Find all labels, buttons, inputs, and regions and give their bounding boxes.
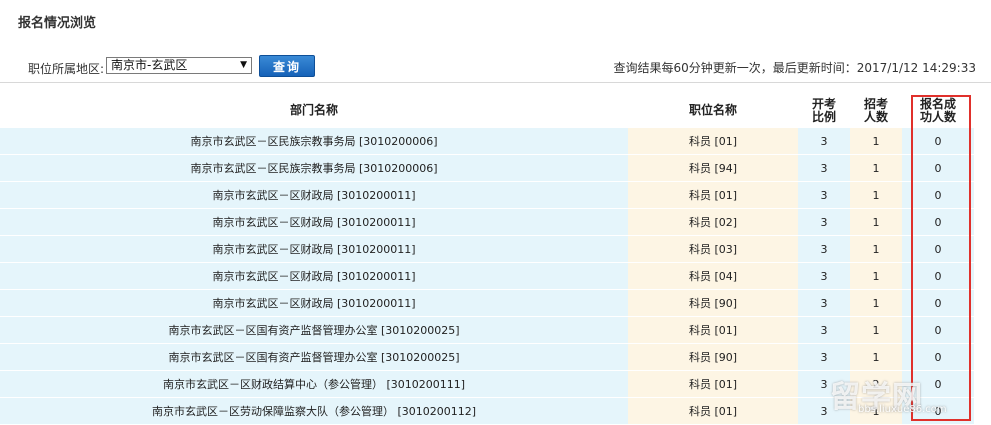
cell-position: 科员 [94] — [628, 155, 798, 182]
cell-position: 科员 [01] — [628, 128, 798, 155]
cell-ratio: 3 — [798, 290, 850, 317]
dropdown-arrow-icon: ▼ — [240, 60, 247, 70]
cell-dept: 南京市玄武区－区民族宗教事务局 [3010200006] — [0, 128, 628, 155]
cell-position: 科员 [90] — [628, 290, 798, 317]
cell-ratio: 3 — [798, 371, 850, 398]
table-row: 南京市玄武区－区财政局 [3010200011] 科员 [02] 3 1 0 — [0, 209, 991, 236]
header-position: 职位名称 — [628, 94, 798, 128]
cell-quota: 1 — [850, 398, 902, 425]
cell-position: 科员 [03] — [628, 236, 798, 263]
cell-ratio: 3 — [798, 398, 850, 425]
cell-dept: 南京市玄武区－区财政局 [3010200011] — [0, 182, 628, 209]
table-row: 南京市玄武区－区劳动保障监察大队（参公管理） [3010200112] 科员 [0… — [0, 398, 991, 425]
cell-ratio: 3 — [798, 209, 850, 236]
table-row: 南京市玄武区－区财政局 [3010200011] 科员 [04] 3 1 0 — [0, 263, 991, 290]
cell-quota: 1 — [850, 155, 902, 182]
cell-quota: 1 — [850, 209, 902, 236]
cell-quota: 1 — [850, 263, 902, 290]
cell-ratio: 3 — [798, 128, 850, 155]
cell-dept: 南京市玄武区－区财政局 [3010200011] — [0, 290, 628, 317]
update-info: 查询结果每60分钟更新一次，最后更新时间：2017/1/12 14:29:33 — [613, 61, 976, 75]
cell-quota: 1 — [850, 290, 902, 317]
cell-ratio: 3 — [798, 182, 850, 209]
region-select-value: 南京市-玄武区 — [111, 58, 188, 72]
table-row: 南京市玄武区－区国有资产监督管理办公室 [3010200025] 科员 [01] 3… — [0, 317, 991, 344]
cell-position: 科员 [02] — [628, 209, 798, 236]
cell-dept: 南京市玄武区－区财政局 [3010200011] — [0, 236, 628, 263]
cell-dept: 南京市玄武区－区财政局 [3010200011] — [0, 263, 628, 290]
cell-quota: 2 — [850, 371, 902, 398]
table-row: 南京市玄武区－区财政结算中心（参公管理） [3010200111] 科员 [01]… — [0, 371, 991, 398]
table-row: 南京市玄武区－区民族宗教事务局 [3010200006] 科员 [94] 3 1 0 — [0, 155, 991, 182]
cell-position: 科员 [01] — [628, 398, 798, 425]
cell-dept: 南京市玄武区－区财政结算中心（参公管理） [3010200111] — [0, 371, 628, 398]
table-row: 南京市玄武区－区国有资产监督管理办公室 [3010200025] 科员 [90] 3… — [0, 344, 991, 371]
cell-position: 科员 [01] — [628, 182, 798, 209]
cell-ratio: 3 — [798, 263, 850, 290]
cell-position: 科员 [01] — [628, 371, 798, 398]
cell-ratio: 3 — [798, 317, 850, 344]
region-select[interactable]: 南京市-玄武区 ▼ — [106, 57, 252, 74]
cell-quota: 1 — [850, 182, 902, 209]
cell-position: 科员 [01] — [628, 317, 798, 344]
cell-dept: 南京市玄武区－区国有资产监督管理办公室 [3010200025] — [0, 317, 628, 344]
filter-bar: 职位所属地区: 南京市-玄武区 ▼ 查询 查询结果每60分钟更新一次，最后更新时… — [0, 54, 991, 80]
cell-quota: 1 — [850, 344, 902, 371]
cell-quota: 1 — [850, 128, 902, 155]
header-quota: 招考 人数 — [850, 94, 902, 128]
table-row: 南京市玄武区－区民族宗教事务局 [3010200006] 科员 [01] 3 1 0 — [0, 128, 991, 155]
divider — [0, 82, 991, 83]
table-row: 南京市玄武区－区财政局 [3010200011] 科员 [01] 3 1 0 — [0, 182, 991, 209]
cell-ratio: 3 — [798, 155, 850, 182]
table-header-row: 部门名称 职位名称 开考 比例 招考 人数 报名成 功人数 — [0, 94, 991, 128]
cell-ratio: 3 — [798, 344, 850, 371]
cell-ratio: 3 — [798, 236, 850, 263]
cell-quota: 1 — [850, 236, 902, 263]
page-title: 报名情况浏览 — [18, 16, 97, 31]
cell-dept: 南京市玄武区－区财政局 [3010200011] — [0, 209, 628, 236]
cell-dept: 南京市玄武区－区民族宗教事务局 [3010200006] — [0, 155, 628, 182]
region-label: 职位所属地区: — [28, 62, 105, 76]
cell-dept: 南京市玄武区－区劳动保障监察大队（参公管理） [3010200112] — [0, 398, 628, 425]
query-button[interactable]: 查询 — [259, 55, 315, 77]
table-row: 南京市玄武区－区财政局 [3010200011] 科员 [90] 3 1 0 — [0, 290, 991, 317]
header-dept: 部门名称 — [0, 94, 628, 128]
table-row: 南京市玄武区－区财政局 [3010200011] 科员 [03] 3 1 0 — [0, 236, 991, 263]
cell-quota: 1 — [850, 317, 902, 344]
applied-column-highlight — [911, 95, 971, 421]
header-ratio: 开考 比例 — [798, 94, 850, 128]
cell-dept: 南京市玄武区－区国有资产监督管理办公室 [3010200025] — [0, 344, 628, 371]
cell-position: 科员 [90] — [628, 344, 798, 371]
cell-position: 科员 [04] — [628, 263, 798, 290]
